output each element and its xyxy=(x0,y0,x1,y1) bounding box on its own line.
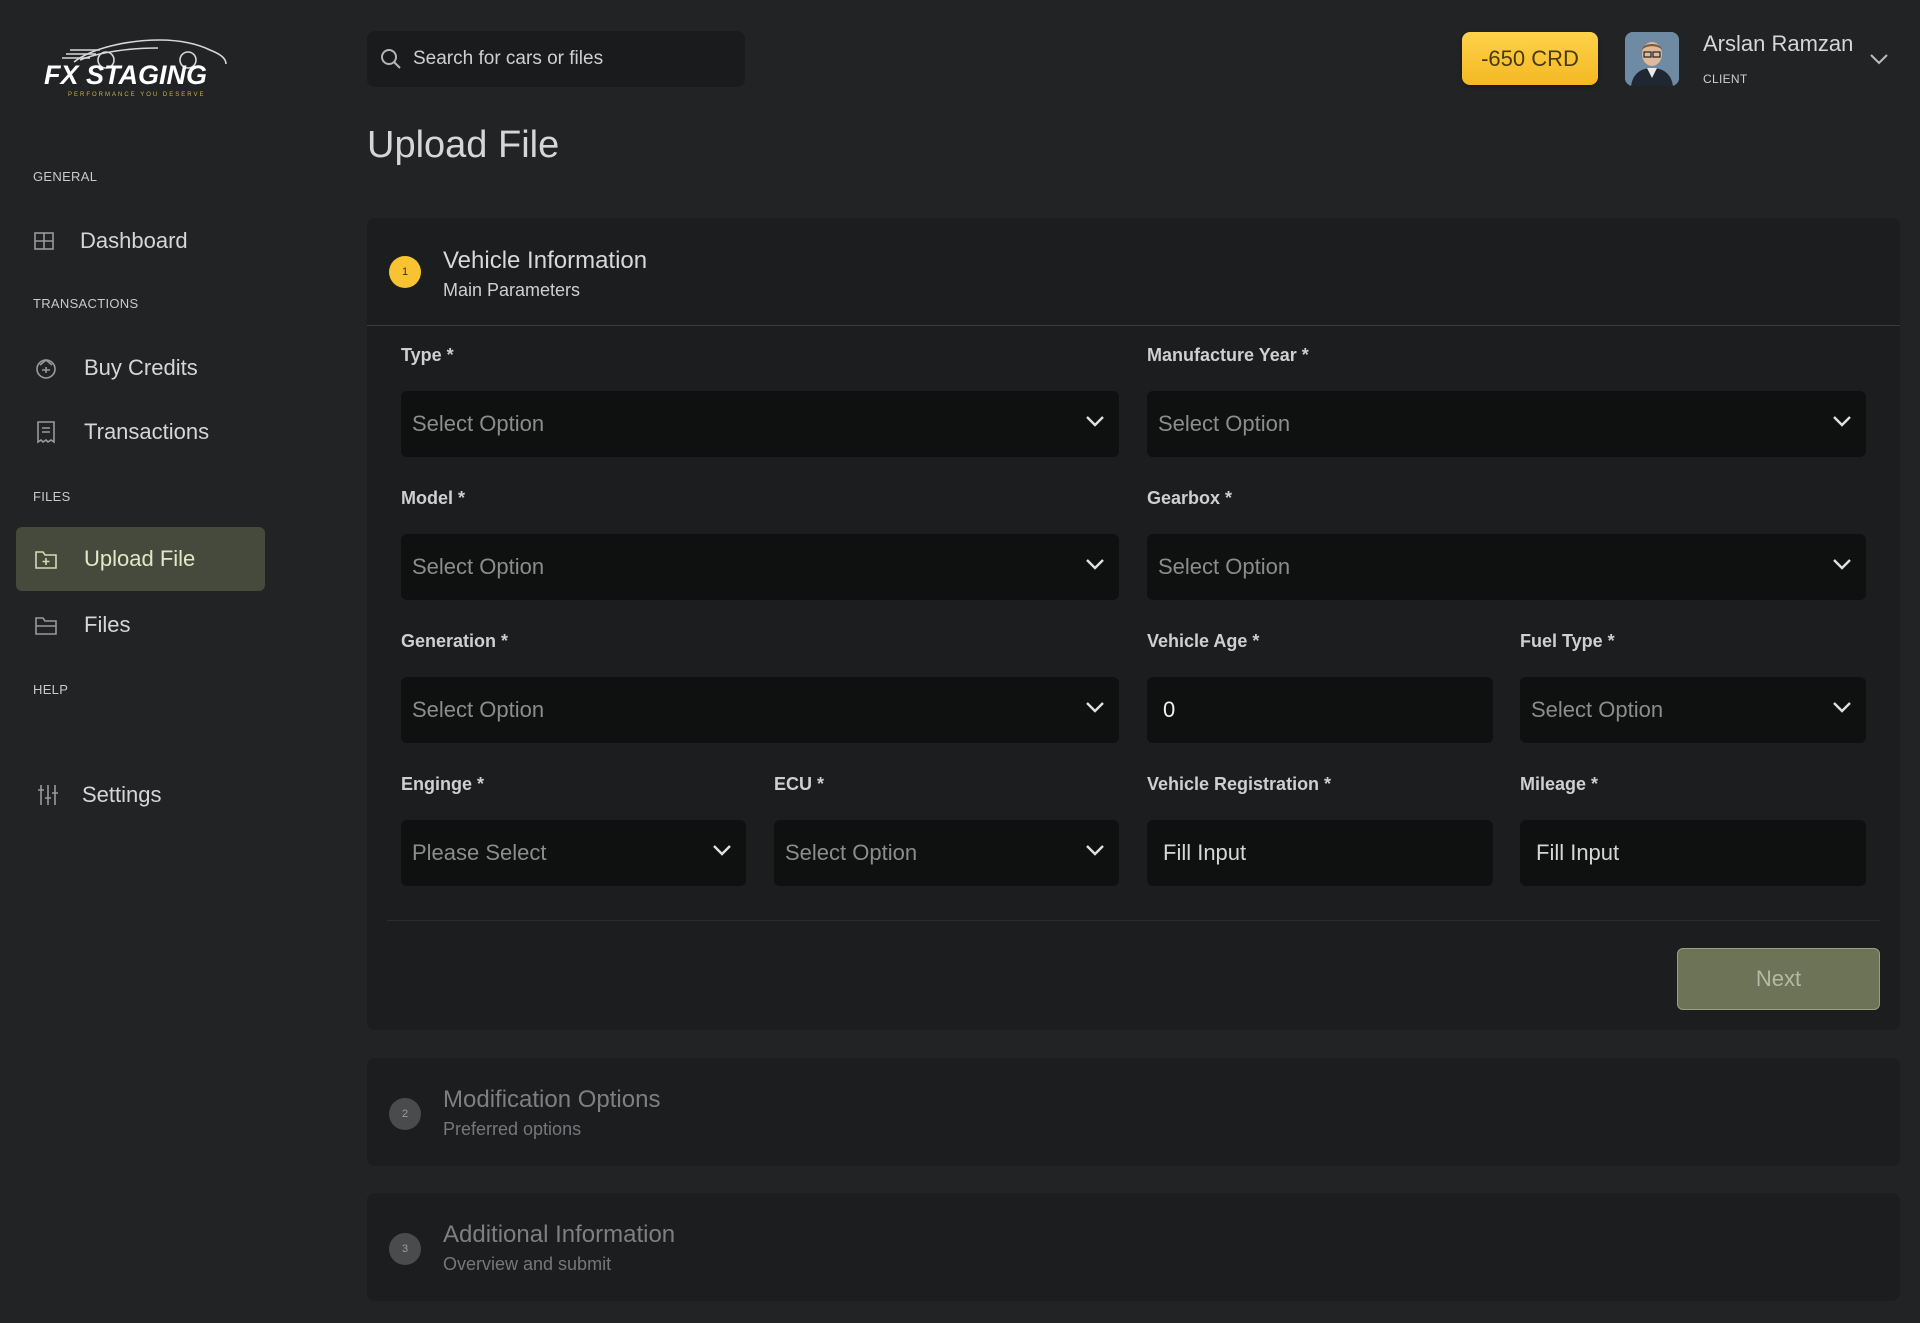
chevron-down-icon xyxy=(713,845,731,856)
sidebar-item-label: Upload File xyxy=(84,546,196,571)
step-header[interactable]: 1 Vehicle Information Main Parameters xyxy=(367,218,1900,326)
svg-text:PERFORMANCE YOU DESERVE: PERFORMANCE YOU DESERVE xyxy=(68,92,205,98)
type-label: Type * xyxy=(401,345,454,365)
form-divider xyxy=(387,920,1880,921)
step-card-vehicle-information: 1 Vehicle Information Main Parameters Ty… xyxy=(367,218,1900,1030)
sidebar-item-files[interactable]: Files xyxy=(16,593,265,657)
step-number: 2 xyxy=(389,1098,421,1130)
next-button[interactable]: Next xyxy=(1677,948,1880,1010)
page-title: Upload File xyxy=(367,124,560,166)
generation-label: Generation * xyxy=(401,631,509,651)
manufacture-year-select[interactable]: Select Option xyxy=(1147,391,1866,457)
step-title: Modification Options xyxy=(443,1086,661,1113)
chevron-down-icon xyxy=(1086,702,1104,713)
ecu-select-value: Select Option xyxy=(785,840,918,865)
sidebar-item-label: Dashboard xyxy=(80,228,188,253)
engine-select[interactable]: Please Select xyxy=(401,820,746,886)
credits-icon xyxy=(32,354,60,382)
ecu-label: ECU * xyxy=(774,774,825,794)
step-card-additional-information[interactable]: 3 Additional Information Overview and su… xyxy=(367,1193,1900,1301)
step-subtitle: Main Parameters xyxy=(443,280,581,300)
manufacture-year-label: Manufacture Year * xyxy=(1147,345,1309,365)
sidebar-item-settings[interactable]: Settings xyxy=(16,763,265,827)
section-help: HELP xyxy=(33,682,69,697)
credits-button[interactable]: -650 CRD xyxy=(1462,32,1598,85)
mileage-label: Mileage * xyxy=(1520,774,1599,794)
sidebar-item-transactions[interactable]: Transactions xyxy=(16,400,265,464)
vehicle-age-input[interactable]: 0 xyxy=(1147,677,1493,743)
receipt-icon xyxy=(32,418,60,446)
vehicle-registration-label: Vehicle Registration * xyxy=(1147,774,1332,794)
mileage-input[interactable]: Fill Input xyxy=(1520,820,1866,886)
sidebar-item-buy-credits[interactable]: Buy Credits xyxy=(16,336,265,400)
chevron-down-icon[interactable] xyxy=(1868,52,1890,66)
gearbox-select[interactable]: Select Option xyxy=(1147,534,1866,600)
sidebar-item-dashboard[interactable]: Dashboard xyxy=(16,209,265,273)
fuel-type-label: Fuel Type * xyxy=(1520,631,1615,651)
fuel-type-select-value: Select Option xyxy=(1531,697,1664,722)
fuel-type-select[interactable]: Select Option xyxy=(1520,677,1866,743)
svg-text:FX STAGING: FX STAGING xyxy=(44,60,207,90)
manufacture-year-select-value: Select Option xyxy=(1158,411,1291,436)
ecu-select[interactable]: Select Option xyxy=(774,820,1119,886)
generation-select[interactable]: Select Option xyxy=(401,677,1119,743)
sidebar-item-upload-file[interactable]: Upload File xyxy=(16,527,265,591)
sidebar-item-label: Transactions xyxy=(84,419,210,444)
folder-plus-icon xyxy=(32,545,60,573)
gearbox-label: Gearbox * xyxy=(1147,488,1233,508)
chevron-down-icon xyxy=(1833,702,1851,713)
sidebar-item-label: Settings xyxy=(82,782,162,807)
step-subtitle: Preferred options xyxy=(443,1119,582,1139)
folder-icon xyxy=(32,611,60,639)
search-icon xyxy=(381,49,401,69)
generation-select-value: Select Option xyxy=(412,697,545,722)
step-title: Vehicle Information xyxy=(443,247,648,274)
step-divider xyxy=(367,325,1900,326)
mileage-placeholder: Fill Input xyxy=(1536,840,1620,865)
search-bar[interactable] xyxy=(367,31,745,87)
type-select-value: Select Option xyxy=(412,411,545,436)
vehicle-age-value: 0 xyxy=(1163,697,1176,722)
step-subtitle: Overview and submit xyxy=(443,1254,612,1274)
gearbox-select-value: Select Option xyxy=(1158,554,1291,579)
brand-logo[interactable]: FX STAGING PERFORMANCE YOU DESERVE xyxy=(40,26,250,98)
vehicle-registration-input[interactable]: Fill Input xyxy=(1147,820,1493,886)
chevron-down-icon xyxy=(1086,845,1104,856)
step-title: Additional Information xyxy=(443,1221,676,1248)
section-files: FILES xyxy=(33,489,71,504)
vehicle-registration-placeholder: Fill Input xyxy=(1163,840,1247,865)
model-select-value: Select Option xyxy=(412,554,545,579)
step-card-modification-options[interactable]: 2 Modification Options Preferred options xyxy=(367,1058,1900,1166)
grid-icon xyxy=(30,227,58,255)
search-input[interactable] xyxy=(413,48,733,70)
model-select[interactable]: Select Option xyxy=(401,534,1119,600)
chevron-down-icon xyxy=(1833,559,1851,570)
vehicle-age-label: Vehicle Age * xyxy=(1147,631,1260,651)
sidebar-item-label: Buy Credits xyxy=(84,355,198,380)
chevron-down-icon xyxy=(1833,416,1851,427)
section-general: GENERAL xyxy=(33,169,98,184)
type-select[interactable]: Select Option xyxy=(401,391,1119,457)
sidebar-item-label: Files xyxy=(84,612,131,637)
step-number: 3 xyxy=(389,1233,421,1265)
avatar[interactable] xyxy=(1625,32,1679,86)
sidebar: FX STAGING PERFORMANCE YOU DESERVE GENER… xyxy=(0,0,300,1323)
engine-label: Enginge * xyxy=(401,774,485,794)
engine-select-value: Please Select xyxy=(412,840,547,865)
chevron-down-icon xyxy=(1086,559,1104,570)
chevron-down-icon xyxy=(1086,416,1104,427)
user-role: CLIENT xyxy=(1703,72,1748,86)
section-transactions: TRANSACTIONS xyxy=(33,296,139,311)
model-label: Model * xyxy=(401,488,466,508)
user-name[interactable]: Arslan Ramzan xyxy=(1703,31,1853,57)
sliders-icon xyxy=(34,781,62,809)
step-number: 1 xyxy=(389,256,421,288)
